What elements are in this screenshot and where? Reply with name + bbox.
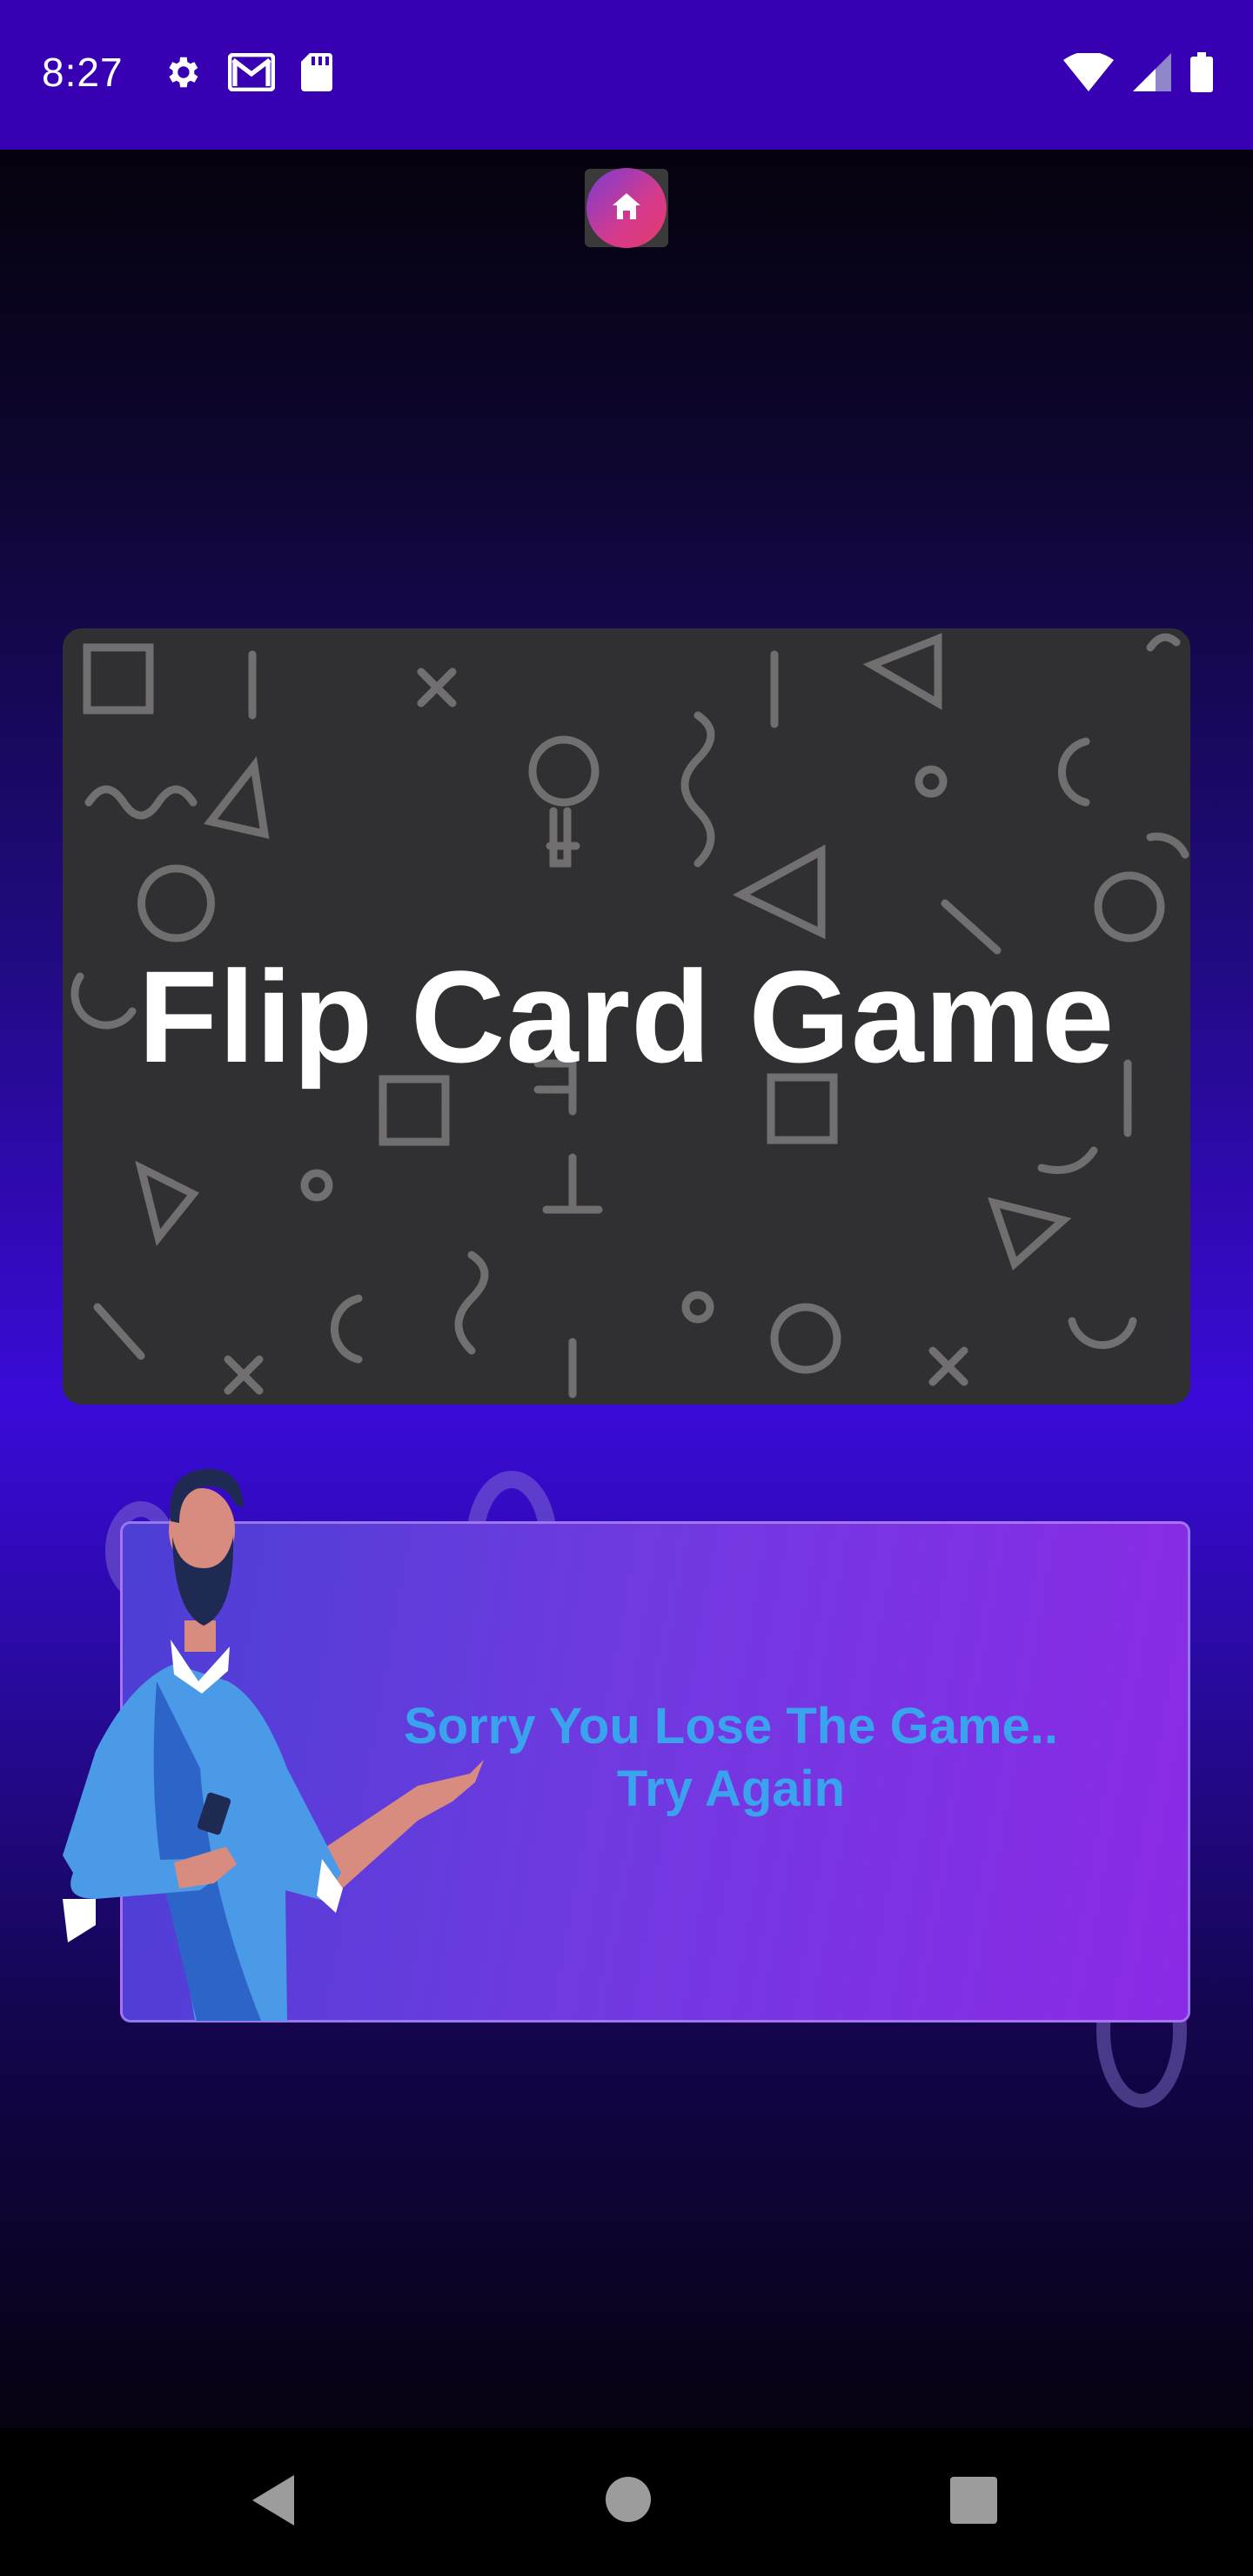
status-icons-left [162, 52, 332, 97]
cell-signal-icon [1133, 53, 1171, 96]
sd-card-icon [301, 53, 332, 96]
result-message: Sorry You Lose The Game.. Try Again [383, 1695, 1079, 1821]
recents-icon[interactable] [950, 2477, 997, 2528]
wifi-icon [1063, 51, 1114, 96]
result-message-line1: Sorry You Lose The Game.. [403, 1698, 1059, 1754]
battery-icon [1190, 52, 1213, 97]
gmail-icon [227, 52, 276, 96]
navigation-bar [0, 2428, 1253, 2576]
man-with-phone-illustration [63, 1468, 484, 2021]
game-screen: Flip Card Game Sorry You Lose The Game..… [0, 150, 1253, 2428]
home-circle-icon[interactable] [604, 2475, 653, 2528]
status-bar: 8:27 [0, 0, 1253, 150]
back-icon[interactable] [249, 2472, 298, 2533]
status-icons-right [1063, 51, 1213, 97]
result-message-line2: Try Again [616, 1761, 846, 1817]
gear-icon [162, 52, 202, 97]
status-time: 8:27 [42, 50, 124, 95]
